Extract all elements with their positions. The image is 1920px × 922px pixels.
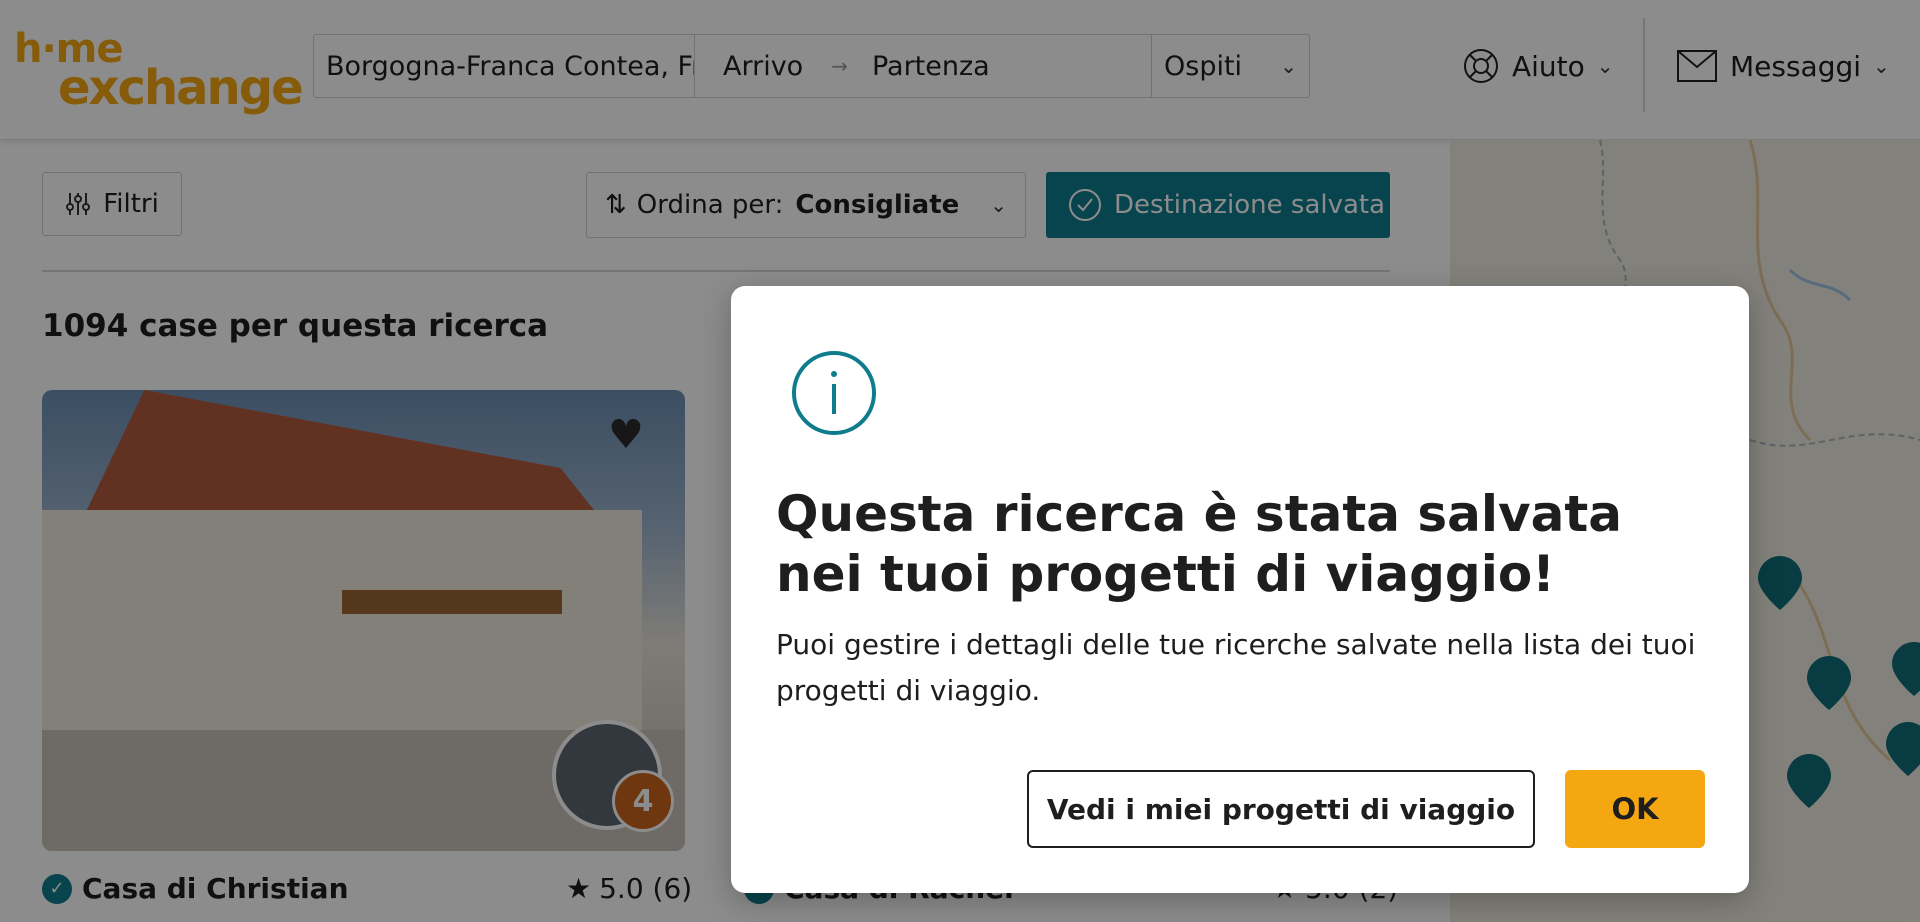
view-projects-label: Vedi i miei progetti di viaggio	[1046, 792, 1516, 826]
ok-button[interactable]: OK	[1565, 770, 1705, 848]
dialog-title: Questa ricerca è stata salvata nei tuoi …	[776, 485, 1622, 603]
ok-label: OK	[1611, 792, 1659, 826]
saved-search-dialog: Questa ricerca è stata salvata nei tuoi …	[731, 286, 1749, 893]
dialog-body: Puoi gestire i dettagli delle tue ricerc…	[776, 628, 1696, 707]
view-travel-projects-button[interactable]: Vedi i miei progetti di viaggio	[1027, 770, 1535, 848]
info-icon	[792, 351, 876, 435]
